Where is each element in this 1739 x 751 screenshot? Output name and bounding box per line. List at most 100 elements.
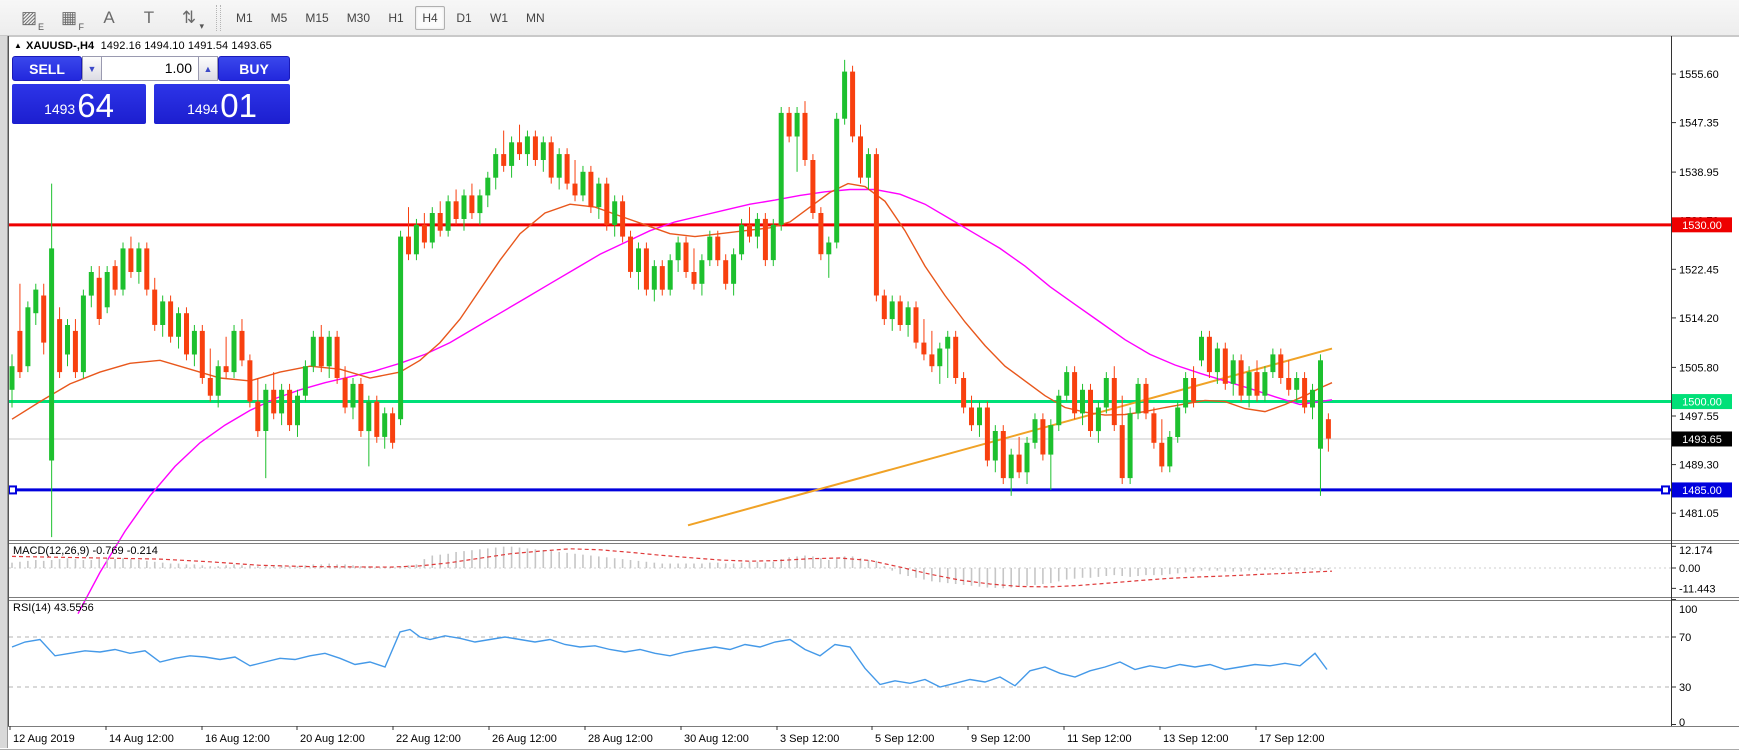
candle xyxy=(73,331,78,372)
candle xyxy=(1247,372,1252,396)
macd-axis-label: 0.00 xyxy=(1679,563,1700,575)
candle xyxy=(803,113,808,160)
timeframe-button-mn[interactable]: MN xyxy=(519,6,552,30)
rsi-axis-label: 0 xyxy=(1679,717,1685,729)
candle xyxy=(144,248,149,289)
timeframe-button-w1[interactable]: W1 xyxy=(483,6,515,30)
candle xyxy=(1096,408,1101,432)
candle xyxy=(469,195,474,213)
candle xyxy=(541,142,546,160)
candle xyxy=(160,301,165,325)
candle xyxy=(89,272,94,296)
candle xyxy=(1215,349,1220,373)
candle xyxy=(596,184,601,208)
date-axis-label: 17 Sep 12:00 xyxy=(1259,733,1324,745)
candle xyxy=(874,154,879,295)
candle xyxy=(398,237,403,420)
candle xyxy=(303,366,308,396)
candle xyxy=(1088,390,1093,431)
rsi-axis-label: 70 xyxy=(1679,632,1691,644)
candle xyxy=(81,296,86,373)
buy-price-points: 01 xyxy=(220,89,257,122)
candle xyxy=(1262,372,1267,396)
grid-indicator-icon[interactable]: ▦F xyxy=(54,6,84,30)
toolbar-icons: ▨E ▦F AT ⇅▾ xyxy=(0,6,204,30)
candle xyxy=(588,172,593,207)
timeframe-button-h1[interactable]: H1 xyxy=(381,6,411,30)
timeframe-button-m30[interactable]: M30 xyxy=(340,6,377,30)
candle xyxy=(10,366,15,390)
timeframe-button-d1[interactable]: D1 xyxy=(449,6,479,30)
candle xyxy=(1310,390,1315,408)
sell-button[interactable]: SELL xyxy=(12,56,82,81)
candle xyxy=(604,184,609,225)
candle xyxy=(176,313,181,337)
candle xyxy=(906,307,911,325)
candle xyxy=(684,243,689,273)
svg-text:1500.00: 1500.00 xyxy=(1682,397,1722,409)
candle xyxy=(240,331,245,361)
left-gutter xyxy=(0,36,8,748)
candle xyxy=(1231,360,1236,384)
candle xyxy=(358,384,363,431)
macd-axis-label: -11.443 xyxy=(1679,583,1716,595)
rsi-line[interactable] xyxy=(12,630,1327,688)
lot-increase-button[interactable]: ▲ xyxy=(198,56,218,81)
candle xyxy=(105,272,110,307)
timeframe-button-m5[interactable]: M5 xyxy=(264,6,295,30)
line-handle-icon[interactable] xyxy=(1662,486,1669,493)
candle xyxy=(771,225,776,260)
toolbar: ▨E ▦F AT ⇅▾ M1M5M15M30H1H4D1W1MN xyxy=(0,0,1739,36)
candle xyxy=(533,136,538,160)
candle xyxy=(1270,354,1275,372)
lot-size-input[interactable]: 1.00 xyxy=(102,56,198,81)
candle xyxy=(945,337,950,349)
candle xyxy=(335,337,340,378)
date-axis-label: 11 Sep 12:00 xyxy=(1067,733,1132,745)
candle xyxy=(731,254,736,283)
candle xyxy=(422,225,427,243)
lot-decrease-button[interactable]: ▼ xyxy=(82,56,102,81)
text-label-icon[interactable]: A xyxy=(94,6,124,30)
timeframe-button-m1[interactable]: M1 xyxy=(229,6,260,30)
candle xyxy=(128,248,133,272)
sort-arrows-icon[interactable]: ⇅▾ xyxy=(174,6,204,30)
date-axis-label: 9 Sep 12:00 xyxy=(971,733,1030,745)
candle xyxy=(739,225,744,255)
draw-objects-icon[interactable]: ▨E xyxy=(14,6,44,30)
timeframe-button-h4[interactable]: H4 xyxy=(415,6,445,30)
candle xyxy=(898,301,903,325)
candle xyxy=(1017,455,1022,473)
candle xyxy=(858,136,863,177)
collapse-triangle-icon[interactable]: ▲ xyxy=(14,41,22,50)
candle xyxy=(438,213,443,231)
candle xyxy=(1001,431,1006,478)
date-axis-label: 28 Aug 12:00 xyxy=(588,733,653,745)
candle xyxy=(747,225,752,237)
candle xyxy=(573,184,578,196)
timeframe-bar: M1M5M15M30H1H4D1W1MN xyxy=(229,6,556,30)
price-axis-label: 1514.20 xyxy=(1679,313,1719,325)
sell-price-box[interactable]: 1493 64 xyxy=(12,84,146,124)
sell-price-points: 64 xyxy=(77,89,114,122)
candle xyxy=(620,201,625,236)
candle xyxy=(25,307,30,366)
candle xyxy=(430,213,435,243)
candle xyxy=(1080,390,1085,414)
candle xyxy=(636,248,641,272)
candle xyxy=(287,390,292,425)
timeframe-button-m15[interactable]: M15 xyxy=(298,6,335,30)
date-axis-label: 22 Aug 12:00 xyxy=(396,733,461,745)
svg-text:1530.00: 1530.00 xyxy=(1682,220,1722,232)
text-box-icon[interactable]: T xyxy=(134,6,164,30)
candle xyxy=(993,431,998,461)
buy-button[interactable]: BUY xyxy=(218,56,290,81)
chart-title: ▲XAUUSD-,H4 1492.16 1494.10 1491.54 1493… xyxy=(14,40,272,52)
candle xyxy=(763,219,768,260)
mt4-window: 1555.601547.351538.951530.701522.451514.… xyxy=(0,0,1739,751)
buy-price-box[interactable]: 1494 01 xyxy=(154,84,290,124)
candle xyxy=(41,296,46,343)
line-handle-icon[interactable] xyxy=(9,486,16,493)
candle xyxy=(493,154,498,178)
candle xyxy=(232,331,237,372)
